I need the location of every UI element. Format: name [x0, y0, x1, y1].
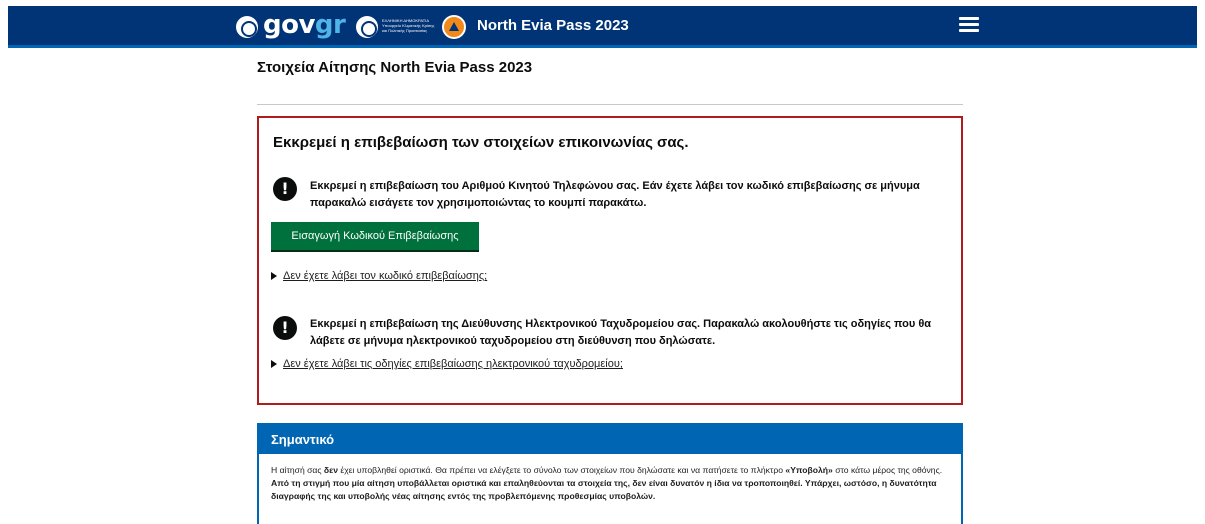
logo-gov-text: gov	[263, 10, 315, 40]
important-notice: Σημαντικό Η αίτησή σας δεν έχει υποβληθε…	[257, 423, 963, 524]
top-header: govgr ΕΛΛΗΝΙΚΗ ΔΗΜΟΚΡΑΤΙΑ Υπουργείο Κλιμ…	[8, 6, 1197, 48]
email-verification-text: Εκκρεμεί η επιβεβαίωση της Διεύθυνσης Ηλ…	[310, 318, 932, 347]
logo-gr-text: gr	[314, 10, 346, 40]
ministry-emblem-icon	[356, 16, 378, 38]
important-text-4: «Υποβολή»	[785, 465, 833, 475]
exclamation-icon: !	[273, 316, 297, 340]
greek-emblem-icon	[236, 16, 258, 38]
govgr-logo[interactable]: govgr	[263, 10, 346, 40]
important-text-5: στο κάτω μέρος της οθόνης.	[832, 465, 943, 475]
alert-heading: Εκκρεμεί η επιβεβαίωση των στοιχείων επι…	[273, 134, 689, 151]
important-text-3: έχει υποβληθεί οριστικά. Θα πρέπει να ελ…	[338, 465, 786, 475]
no-email-instructions-link[interactable]: Δεν έχετε λάβει τις οδηγίες επιβεβαίωσης…	[283, 358, 623, 370]
no-code-received-link[interactable]: Δεν έχετε λάβει τον κωδικό επιβεβαίωσης;	[283, 270, 487, 282]
divider	[257, 104, 963, 105]
menu-icon[interactable]	[959, 17, 979, 33]
important-text-6: Από τη στιγμή που μία αίτηση υποβάλλεται…	[271, 478, 937, 501]
important-text-2: δεν	[323, 465, 338, 475]
civil-protection-icon	[442, 15, 466, 39]
phone-verification-text: Εκκρεμεί η επιβεβαίωση του Αριθμού Κινητ…	[310, 180, 920, 209]
triangle-right-icon	[271, 272, 277, 281]
no-email-instructions-toggle[interactable]: Δεν έχετε λάβει τις οδηγίες επιβεβαίωσης…	[271, 358, 623, 370]
enter-verification-code-button[interactable]: Εισαγωγή Κωδικού Επιβεβαίωσης	[271, 222, 479, 250]
important-body: Η αίτησή σας δεν έχει υποβληθεί οριστικά…	[259, 454, 961, 503]
app-title[interactable]: North Evia Pass 2023	[477, 17, 629, 34]
pending-verification-alert: Εκκρεμεί η επιβεβαίωση των στοιχείων επι…	[257, 116, 963, 405]
important-text-1: Η αίτησή σας	[271, 465, 324, 475]
no-code-received-toggle[interactable]: Δεν έχετε λάβει τον κωδικό επιβεβαίωσης;	[271, 270, 487, 282]
triangle-right-icon	[271, 360, 277, 369]
exclamation-icon: !	[273, 177, 297, 201]
important-heading: Σημαντικό	[259, 425, 961, 454]
ministry-name: ΕΛΛΗΝΙΚΗ ΔΗΜΟΚΡΑΤΙΑ Υπουργείο Κλιματικής…	[382, 18, 435, 33]
page-title: Στοιχεία Αίτησης North Evia Pass 2023	[257, 59, 533, 76]
